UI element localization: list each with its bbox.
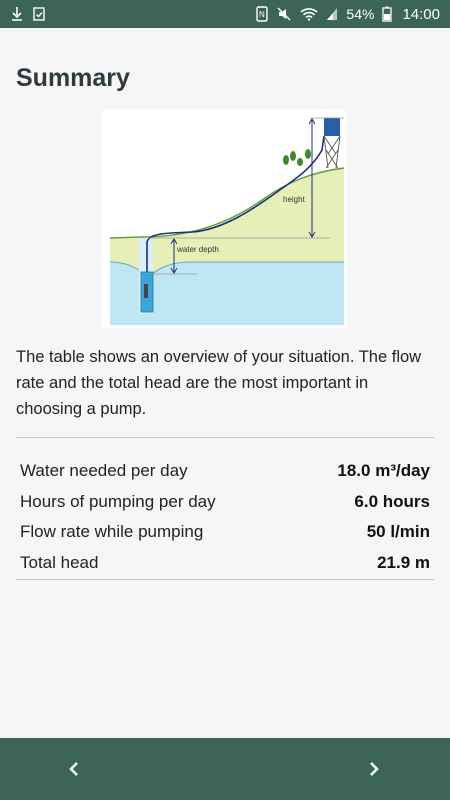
table-row: Hours of pumping per day 6.0 hours	[16, 487, 434, 518]
status-bar: N 54% 14:00	[0, 0, 450, 28]
pump-diagram: height water depth	[102, 110, 346, 328]
mute-icon	[276, 6, 292, 22]
row-value: 21.9 m	[377, 552, 430, 572]
signal-icon	[326, 7, 338, 21]
chevron-left-icon	[69, 762, 78, 776]
chevron-right-icon	[370, 762, 379, 776]
page-title: Summary	[16, 64, 130, 92]
nfc-icon: N	[256, 6, 269, 22]
row-label: Water needed per day	[20, 461, 188, 481]
plants-icon	[283, 149, 311, 166]
divider	[16, 437, 434, 438]
battery-icon	[382, 6, 393, 22]
row-value: 50 l/min	[366, 522, 430, 542]
wifi-icon	[300, 7, 318, 21]
bottom-nav-bar	[0, 738, 450, 800]
row-label: Hours of pumping per day	[20, 491, 216, 511]
row-value: 6.0 hours	[354, 491, 430, 511]
divider	[16, 579, 434, 580]
next-button[interactable]	[358, 753, 390, 785]
svg-text:N: N	[259, 10, 265, 19]
row-value: 18.0 m³/day	[337, 461, 430, 481]
download-icon	[10, 6, 24, 22]
summary-table: Water needed per day 18.0 m³/day Hours o…	[16, 456, 434, 578]
row-label: Flow rate while pumping	[20, 522, 204, 542]
height-label: height	[283, 195, 306, 204]
clock: 14:00	[402, 5, 440, 23]
intro-text: The table shows an overview of your situ…	[16, 348, 422, 418]
water-depth-label: water depth	[176, 245, 219, 254]
table-row: Water needed per day 18.0 m³/day	[16, 456, 434, 487]
table-row: Total head 21.9 m	[16, 548, 434, 579]
water-tank	[324, 118, 340, 136]
battery-percent: 54%	[346, 6, 375, 22]
previous-button[interactable]	[58, 753, 90, 785]
summary-screen: Summary height water depth The table sho…	[0, 28, 450, 738]
table-row: Flow rate while pumping 50 l/min	[16, 517, 434, 548]
row-label: Total head	[20, 552, 99, 572]
clipboard-check-icon	[32, 6, 46, 22]
